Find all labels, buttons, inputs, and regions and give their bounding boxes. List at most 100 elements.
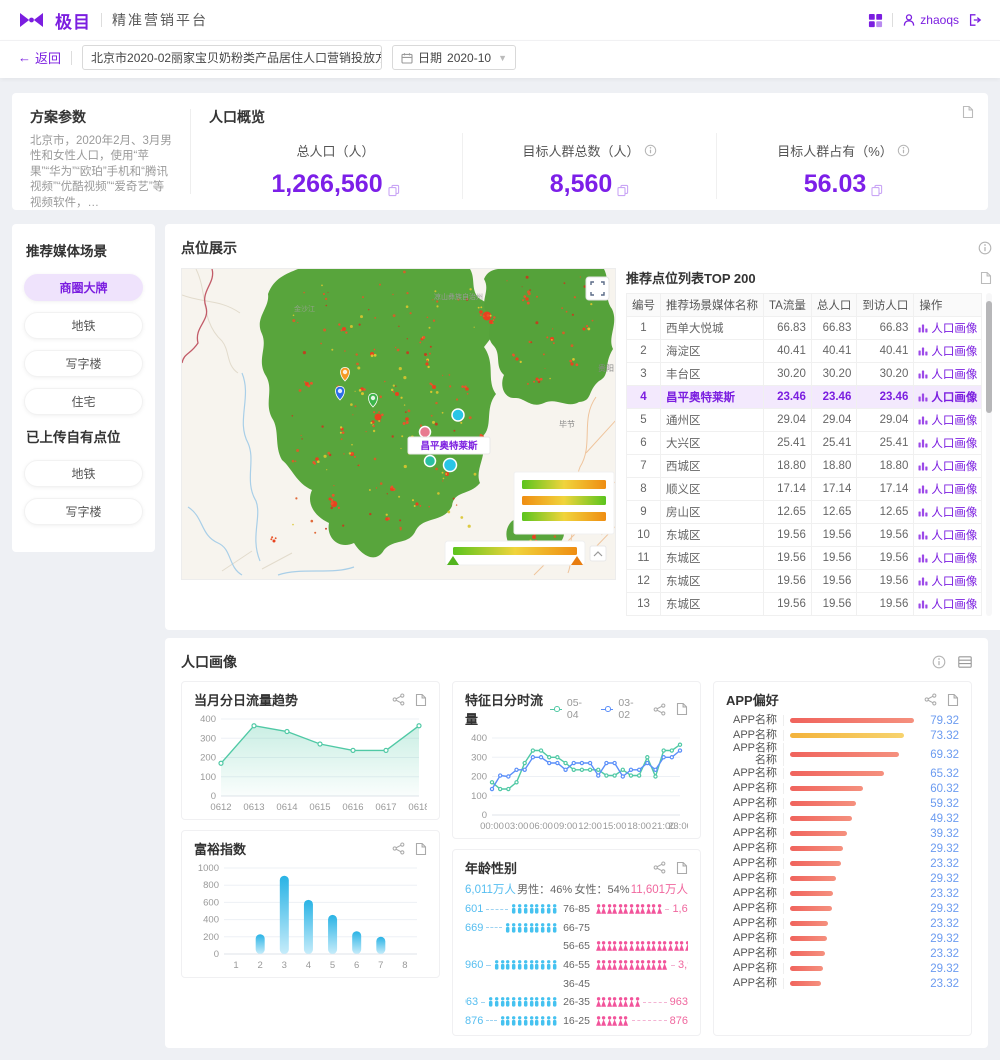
sidebar-item-business-circle[interactable]: 商圈大牌	[24, 274, 143, 301]
export-icon[interactable]	[962, 105, 974, 119]
list-view-icon[interactable]	[958, 656, 972, 668]
share-icon[interactable]	[653, 861, 666, 874]
map-marker-teal[interactable]	[425, 456, 436, 467]
svg-text:18:00: 18:00	[627, 821, 651, 832]
export-icon[interactable]	[676, 702, 688, 716]
sidebar-item-office[interactable]: 写字楼	[24, 350, 143, 377]
svg-text:3: 3	[282, 960, 287, 971]
table-row[interactable]: 8顺义区17.1417.1417.14人口画像	[627, 478, 982, 501]
table-cell: 大兴区	[661, 432, 764, 455]
apps-grid-icon[interactable]	[868, 13, 883, 28]
table-cell: 12	[627, 570, 661, 593]
export-icon[interactable]	[947, 693, 959, 707]
population-portrait-link[interactable]: 人口画像	[914, 593, 982, 616]
map-marker-pink[interactable]	[420, 427, 431, 438]
svg-text:15:00: 15:00	[603, 821, 627, 832]
scrollbar-thumb[interactable]	[986, 301, 992, 413]
map-marker-cyan[interactable]	[444, 459, 457, 472]
table-cell: 10	[627, 524, 661, 547]
population-portrait-link[interactable]: 人口画像	[914, 501, 982, 524]
table-row[interactable]: 9房山区12.6512.6512.65人口画像	[627, 501, 982, 524]
population-portrait-link[interactable]: 人口画像	[914, 317, 982, 340]
logout-icon[interactable]	[968, 13, 982, 27]
info-icon[interactable]	[897, 144, 910, 157]
table-row[interactable]: 13东城区19.5619.5619.56人口画像	[627, 593, 982, 616]
info-icon[interactable]	[978, 241, 992, 255]
population-portrait-link[interactable]: 人口画像	[914, 363, 982, 386]
legend-item[interactable]: 05-04	[550, 697, 592, 721]
plan-select[interactable]: 北京市2020-02丽家宝贝奶粉类产品居住人口营销投放方案 ▼	[82, 45, 382, 70]
svg-text:0616: 0616	[342, 802, 363, 813]
sidebar-item-residence[interactable]: 住宅	[24, 388, 143, 415]
table-row[interactable]: 3丰台区30.2030.2030.20人口画像	[627, 363, 982, 386]
legend-item[interactable]: 03-02	[601, 697, 643, 721]
table-cell: 66.83	[764, 317, 812, 340]
calendar-icon	[401, 52, 413, 64]
stat-target-population: 目标人群总数（人） 8,560	[462, 133, 716, 199]
fullscreen-icon[interactable]	[586, 277, 609, 300]
svg-text:6: 6	[354, 960, 359, 971]
svg-text:09:00: 09:00	[554, 821, 578, 832]
population-portrait-link[interactable]: 人口画像	[914, 340, 982, 363]
table-row[interactable]: 12东城区19.5619.5619.56人口画像	[627, 570, 982, 593]
table-row[interactable]: 6大兴区25.4125.4125.41人口画像	[627, 432, 982, 455]
sidebar-item-subway[interactable]: 地铁	[24, 312, 143, 339]
export-icon[interactable]	[980, 271, 992, 285]
table-row[interactable]: 4昌平奥特莱斯23.4623.4623.46人口画像	[627, 386, 982, 409]
population-portrait-link[interactable]: 人口画像	[914, 570, 982, 593]
export-icon[interactable]	[415, 693, 427, 707]
user-menu[interactable]: zhaoqs	[902, 13, 959, 27]
map-marker-cyan[interactable]	[452, 409, 464, 421]
map[interactable]: 凉山彝族自治州 金沙江 毕节 贵阳	[181, 268, 616, 580]
info-icon[interactable]	[932, 655, 946, 669]
app-preference-bar	[790, 921, 828, 926]
back-button[interactable]: ← 返回	[18, 48, 61, 67]
column-header: 总人口	[811, 294, 857, 317]
app-preference-bar	[790, 816, 852, 821]
export-icon[interactable]	[415, 842, 427, 856]
date-select[interactable]: 日期 2020-10 ▼	[392, 45, 516, 70]
share-icon[interactable]	[392, 842, 405, 855]
app-preference-bar	[790, 801, 856, 806]
divider	[71, 51, 72, 65]
card-wealth-index: 富裕指数 0200400600800100012345678	[181, 830, 440, 978]
svg-text:7: 7	[378, 960, 383, 971]
table-row[interactable]: 5通州区29.0429.0429.04人口画像	[627, 409, 982, 432]
population-portrait-link[interactable]: 人口画像	[914, 455, 982, 478]
table-cell: 5	[627, 409, 661, 432]
table-scrollbar[interactable]	[986, 293, 992, 616]
table-row[interactable]: 10东城区19.5619.5619.56人口画像	[627, 524, 982, 547]
table-row[interactable]: 1西单大悦城66.8366.8366.83人口画像	[627, 317, 982, 340]
population-portrait-link[interactable]: 人口画像	[914, 478, 982, 501]
slider-collapse-button[interactable]	[590, 546, 606, 561]
population-portrait-link[interactable]: 人口画像	[914, 524, 982, 547]
stat-total-population: 总人口（人） 1,266,560	[209, 133, 462, 199]
population-portrait-link[interactable]: 人口画像	[914, 386, 982, 409]
app-preference-row: APP名称49.32	[726, 811, 959, 826]
copy-icon[interactable]	[388, 184, 400, 199]
sidebar-section-title: 推荐媒体场景	[26, 240, 141, 260]
population-portrait-link[interactable]: 人口画像	[914, 432, 982, 455]
population-portrait-link[interactable]: 人口画像	[914, 547, 982, 570]
copy-icon[interactable]	[871, 184, 883, 199]
app-preference-bar	[790, 752, 899, 757]
table-row[interactable]: 7西城区18.8018.8018.80人口画像	[627, 455, 982, 478]
table-row[interactable]: 2海淀区40.4140.4140.41人口画像	[627, 340, 982, 363]
map-range-slider[interactable]	[445, 541, 585, 565]
table-cell: 18.80	[857, 455, 914, 478]
table-cell: 19.56	[764, 593, 812, 616]
divider	[190, 109, 191, 194]
wealth-index-chart: 0200400600800100012345678	[194, 860, 427, 972]
export-icon[interactable]	[676, 861, 688, 875]
copy-icon[interactable]	[617, 184, 629, 199]
share-icon[interactable]	[924, 693, 937, 706]
share-icon[interactable]	[392, 693, 405, 706]
column-header: 推荐场景媒体名称	[661, 294, 764, 317]
share-icon[interactable]	[653, 703, 666, 716]
sidebar-own-office[interactable]: 写字楼	[24, 498, 143, 525]
sidebar-own-subway[interactable]: 地铁	[24, 460, 143, 487]
info-icon[interactable]	[644, 144, 657, 157]
svg-text:400: 400	[203, 915, 219, 926]
table-row[interactable]: 11东城区19.5619.5619.56人口画像	[627, 547, 982, 570]
population-portrait-link[interactable]: 人口画像	[914, 409, 982, 432]
